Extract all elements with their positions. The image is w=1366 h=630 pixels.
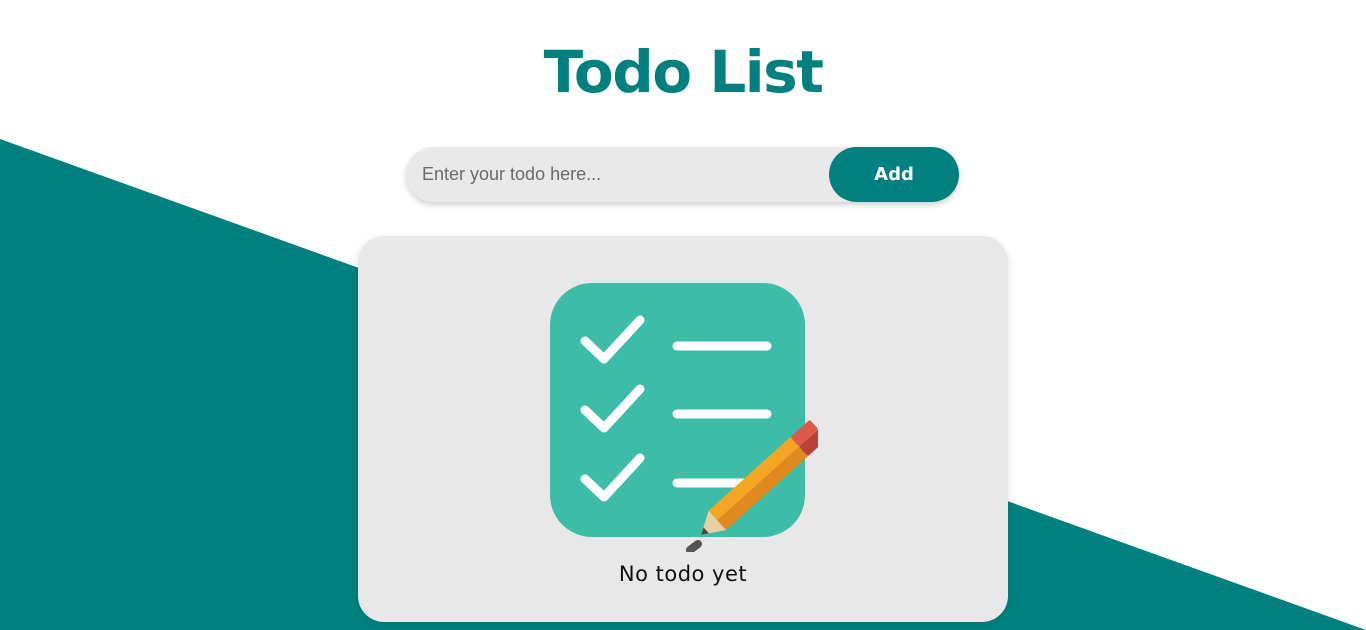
page-title: Todo List [543,38,824,106]
empty-state-text: No todo yet [618,562,748,586]
add-todo-button[interactable]: Add [829,147,959,202]
todo-form: Add [406,147,959,202]
todo-list-card: No todo yet [358,236,1008,622]
todo-page: Todo List Add No [0,0,1366,630]
todo-input[interactable] [406,147,829,202]
checklist-pencil-icon [550,283,818,552]
